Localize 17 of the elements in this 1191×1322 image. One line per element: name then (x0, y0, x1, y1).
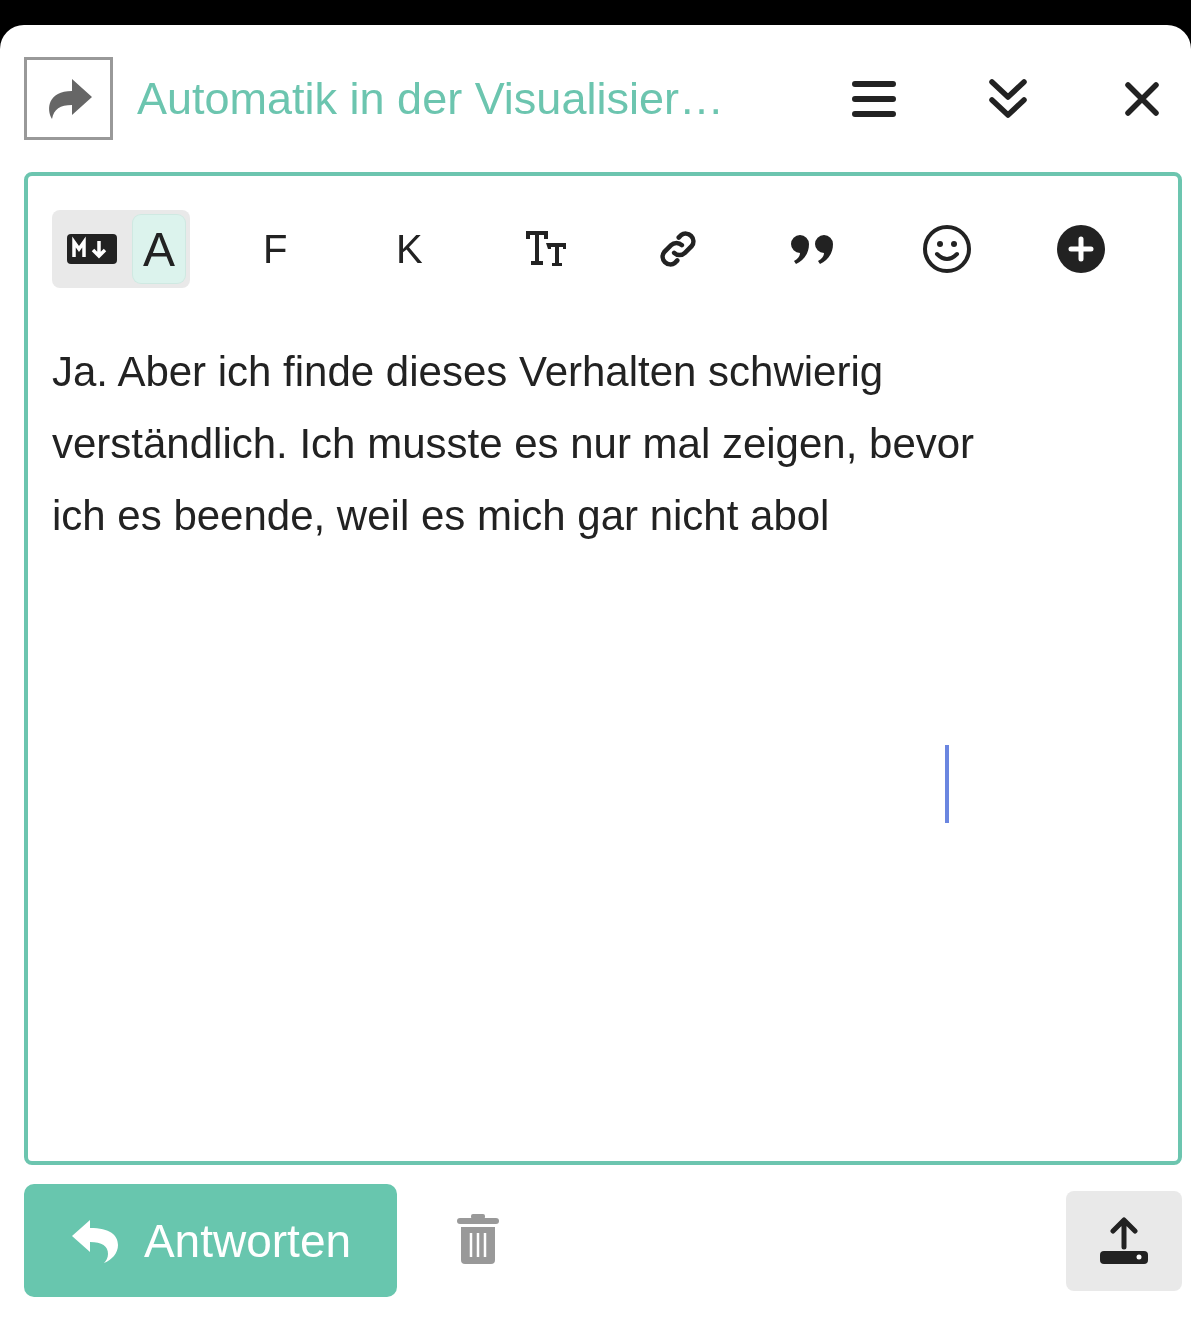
rich-text-mode-button[interactable]: A (133, 215, 185, 283)
composer-editor[interactable]: A F K Ja. Aber ich finde dieses Verhalten schwierig verständlich. Ich musste es nur mal zeigen, bevor ich es beende, weil es mich gar nicht abol (24, 172, 1182, 1165)
close-icon (1125, 81, 1159, 116)
thread-title: Automatik in der Visualisier… (137, 72, 725, 125)
message-text: Ja. Aber ich finde dieses Verhalten schwierig verständlich. Ich musste es nur mal zeigen, bevor ich es beende, weil es mich gar nicht abol (52, 347, 976, 541)
markdown-icon (67, 234, 117, 264)
double-chevron-down-icon (988, 77, 1028, 120)
menu-icon (852, 79, 896, 118)
delete-button[interactable] (457, 1214, 499, 1267)
forward-button[interactable] (24, 57, 113, 140)
plus-icon (1055, 224, 1106, 274)
trash-icon (457, 1214, 499, 1264)
upload-icon (1099, 1216, 1149, 1265)
format-button[interactable]: K (342, 210, 477, 288)
upload-button[interactable] (1066, 1190, 1182, 1291)
format-button[interactable]: F (208, 210, 343, 288)
smiley-icon (921, 224, 972, 274)
